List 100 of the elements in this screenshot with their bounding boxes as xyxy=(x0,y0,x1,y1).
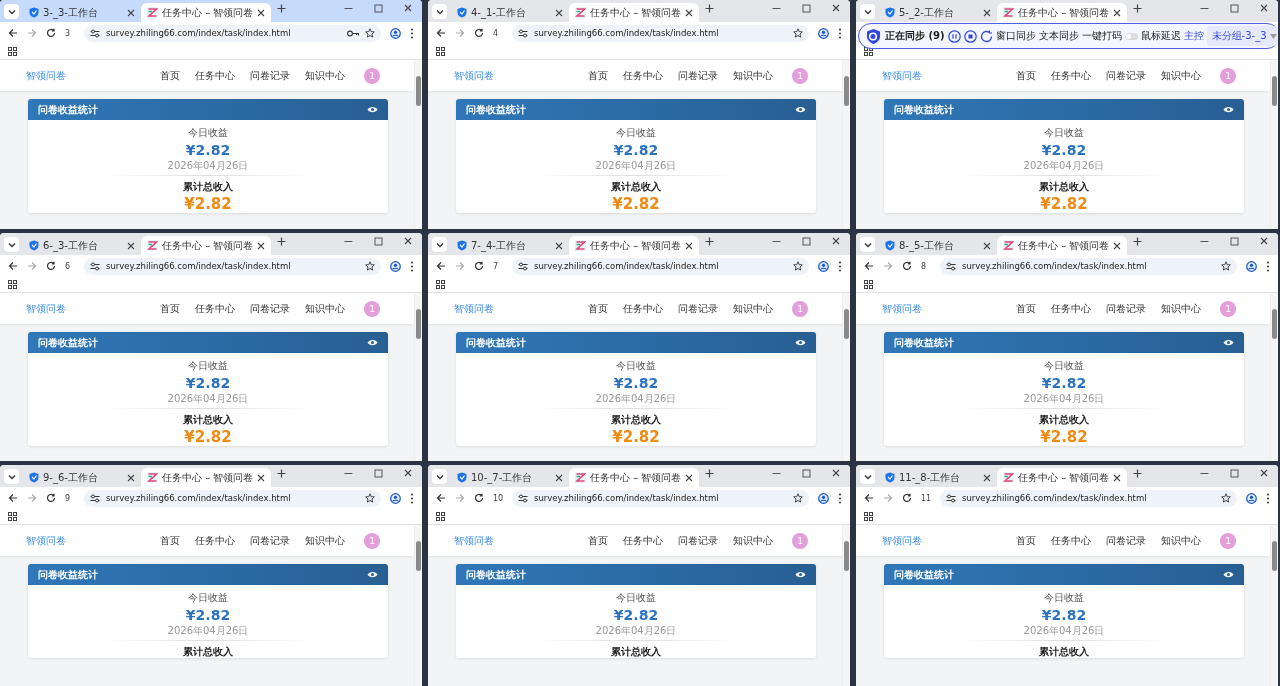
browser-tab[interactable]: 任务中心 – 智领问卷 xyxy=(997,236,1128,255)
maximize-icon[interactable] xyxy=(374,3,383,13)
nav-link[interactable]: 问卷记录 xyxy=(678,533,718,548)
refresh-icon[interactable] xyxy=(979,29,993,43)
star-icon[interactable] xyxy=(365,28,375,38)
nav-link[interactable]: 问卷记录 xyxy=(1106,533,1146,548)
site-logo[interactable]: 智领问卷 xyxy=(26,533,66,548)
nav-link[interactable]: 任务中心 xyxy=(1051,68,1091,83)
reload-icon[interactable] xyxy=(46,261,56,271)
eye-icon[interactable] xyxy=(367,106,378,113)
close-tab-icon[interactable] xyxy=(983,473,991,482)
sync-option[interactable]: 文本同步 xyxy=(1038,29,1079,43)
scrollbar[interactable] xyxy=(414,293,422,461)
close-icon[interactable] xyxy=(404,3,412,12)
menu-icon[interactable] xyxy=(410,492,414,504)
maximize-icon[interactable] xyxy=(1230,3,1239,13)
close-tab-icon[interactable] xyxy=(1113,8,1122,17)
new-tab-icon[interactable] xyxy=(705,4,715,13)
menu-icon[interactable] xyxy=(410,260,414,272)
nav-link[interactable]: 首页 xyxy=(160,301,180,316)
close-tab-icon[interactable] xyxy=(685,8,694,17)
site-logo[interactable]: 智领问卷 xyxy=(454,301,494,316)
scrollbar[interactable] xyxy=(414,60,422,229)
new-tab-icon[interactable] xyxy=(277,237,287,246)
browser-tab[interactable]: 5-_2-工作台 xyxy=(879,3,997,22)
reload-icon[interactable] xyxy=(46,493,56,503)
close-tab-icon[interactable] xyxy=(555,241,563,250)
nav-link[interactable]: 首页 xyxy=(1016,68,1036,83)
site-logo[interactable]: 智领问卷 xyxy=(882,68,922,83)
close-tab-icon[interactable] xyxy=(1113,473,1122,482)
site-logo[interactable]: 智领问卷 xyxy=(454,68,494,83)
nav-link[interactable]: 首页 xyxy=(588,533,608,548)
browser-tab[interactable]: 7-_4-工作台 xyxy=(451,236,569,255)
close-tab-icon[interactable] xyxy=(685,241,694,250)
reload-icon[interactable] xyxy=(902,261,912,271)
apps-grid-icon[interactable] xyxy=(864,280,873,289)
browser-tab[interactable]: 任务中心 – 智领问卷 xyxy=(997,468,1128,487)
nav-link[interactable]: 知识中心 xyxy=(1161,68,1201,83)
address-bar[interactable]: survey.zhiling66.com/index/task/index.html xyxy=(940,489,1237,507)
group-dropdown[interactable]: 未分组-3-_3 xyxy=(1206,26,1278,46)
profile-icon[interactable] xyxy=(390,260,401,272)
nav-link[interactable]: 任务中心 xyxy=(623,533,663,548)
apps-grid-icon[interactable] xyxy=(8,512,17,521)
site-settings-icon[interactable] xyxy=(946,493,956,503)
sync-option[interactable]: 一键打码 xyxy=(1081,29,1122,43)
nav-link[interactable]: 知识中心 xyxy=(733,301,773,316)
nav-link[interactable]: 任务中心 xyxy=(623,68,663,83)
close-tab-icon[interactable] xyxy=(127,473,135,482)
profile-icon[interactable] xyxy=(818,260,829,272)
reload-icon[interactable] xyxy=(46,28,56,38)
reload-icon[interactable] xyxy=(474,493,484,503)
nav-link[interactable]: 首页 xyxy=(160,533,180,548)
close-icon[interactable] xyxy=(1260,236,1268,245)
close-tab-icon[interactable] xyxy=(257,473,266,482)
browser-tab[interactable]: 8-_5-工作台 xyxy=(879,236,997,255)
browser-tab[interactable]: 任务中心 – 智领问卷 xyxy=(141,236,272,255)
scrollbar[interactable] xyxy=(842,525,850,686)
browser-tab[interactable]: 任务中心 – 智领问卷 xyxy=(141,3,272,22)
star-icon[interactable] xyxy=(1221,493,1231,503)
nav-link[interactable]: 任务中心 xyxy=(1051,533,1091,548)
address-bar[interactable]: survey.zhiling66.com/index/task/index.html xyxy=(512,24,809,42)
apps-grid-icon[interactable] xyxy=(436,280,445,289)
address-bar[interactable]: survey.zhiling66.com/index/task/index.html xyxy=(940,257,1237,275)
star-icon[interactable] xyxy=(365,493,375,503)
site-logo[interactable]: 智领问卷 xyxy=(882,301,922,316)
back-arrow-icon[interactable] xyxy=(864,261,874,271)
close-icon[interactable] xyxy=(1260,3,1268,12)
address-bar[interactable]: survey.zhiling66.com/index/task/index.html xyxy=(84,257,381,275)
scrollbar[interactable] xyxy=(842,60,850,229)
nav-link[interactable]: 知识中心 xyxy=(305,301,345,316)
apps-grid-icon[interactable] xyxy=(864,47,873,56)
reload-icon[interactable] xyxy=(902,493,912,503)
eye-icon[interactable] xyxy=(795,106,806,113)
apps-grid-icon[interactable] xyxy=(864,512,873,521)
menu-icon[interactable] xyxy=(1266,492,1270,504)
nav-link[interactable]: 问卷记录 xyxy=(1106,68,1146,83)
new-tab-icon[interactable] xyxy=(705,237,715,246)
address-bar[interactable]: survey.zhiling66.com/index/task/index.html xyxy=(512,489,809,507)
back-arrow-icon[interactable] xyxy=(8,493,18,503)
site-logo[interactable]: 智领问卷 xyxy=(882,533,922,548)
nav-link[interactable]: 任务中心 xyxy=(195,68,235,83)
close-tab-icon[interactable] xyxy=(685,473,694,482)
menu-icon[interactable] xyxy=(838,260,842,272)
close-tab-icon[interactable] xyxy=(127,241,135,250)
site-settings-icon[interactable] xyxy=(518,28,528,38)
site-logo[interactable]: 智领问卷 xyxy=(26,68,66,83)
close-tab-icon[interactable] xyxy=(983,241,991,250)
close-icon[interactable] xyxy=(832,468,840,477)
nav-link[interactable]: 知识中心 xyxy=(1161,301,1201,316)
close-icon[interactable] xyxy=(832,3,840,12)
menu-icon[interactable] xyxy=(838,27,842,39)
nav-link[interactable]: 知识中心 xyxy=(733,68,773,83)
maximize-icon[interactable] xyxy=(1230,236,1239,246)
maximize-icon[interactable] xyxy=(1230,468,1239,478)
site-settings-icon[interactable] xyxy=(90,28,100,38)
nav-link[interactable]: 任务中心 xyxy=(195,301,235,316)
toggle-switch[interactable] xyxy=(1124,32,1138,40)
browser-tab[interactable]: 10-_7-工作台 xyxy=(451,468,569,487)
star-icon[interactable] xyxy=(793,493,803,503)
close-tab-icon[interactable] xyxy=(257,8,266,17)
